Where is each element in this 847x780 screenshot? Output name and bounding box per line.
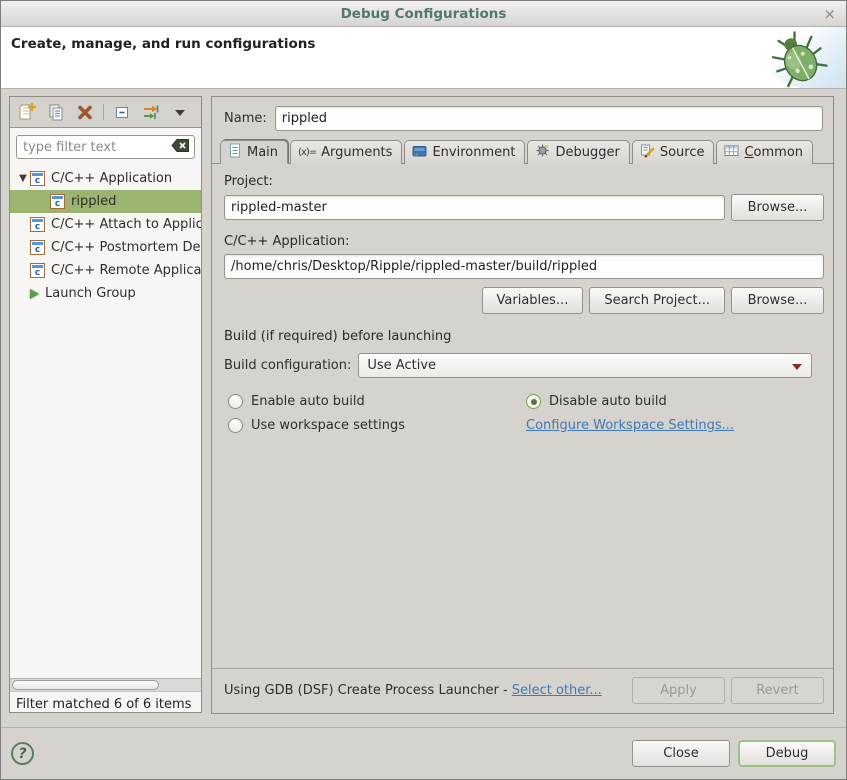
launch-group-icon — [30, 289, 39, 299]
c-application-icon — [50, 194, 65, 209]
tree-item-label: C/C++ Application — [51, 171, 172, 186]
name-label: Name: — [224, 111, 267, 126]
dialog-footer: ? Close Debug — [1, 727, 846, 779]
tree-item-remote[interactable]: C/C++ Remote Application — [10, 259, 201, 282]
delete-configuration-icon[interactable] — [74, 101, 96, 123]
new-configuration-icon[interactable] — [16, 101, 38, 123]
window-title: Debug Configurations — [341, 6, 507, 22]
tree-item-rippled[interactable]: rippled — [10, 190, 201, 213]
tab-source[interactable]: Source — [632, 140, 715, 164]
configuration-detail-panel: Name: Main (x)= Arguments Environment De… — [211, 96, 834, 714]
tab-environment[interactable]: Environment — [404, 140, 525, 164]
close-button[interactable]: Close — [632, 740, 730, 767]
expander-icon[interactable]: ▼ — [16, 173, 30, 184]
auto-build-options: Enable auto build Disable auto build Use… — [228, 394, 821, 433]
filter-input[interactable] — [23, 140, 171, 155]
c-application-icon — [30, 240, 45, 255]
collapse-all-icon[interactable] — [111, 101, 133, 123]
tab-debugger[interactable]: Debugger — [527, 140, 629, 164]
c-application-icon — [30, 263, 45, 278]
project-browse-button[interactable]: Browse... — [731, 194, 824, 221]
main-tab-content: Project: Browse... C/C++ Application: Va… — [212, 164, 833, 713]
dialog-subtitle: Create, manage, and run configurations — [11, 36, 315, 52]
table-icon — [724, 144, 739, 161]
c-application-icon — [30, 217, 45, 232]
tree-item-label: C/C++ Remote Application — [51, 263, 201, 278]
tree-item-label: Launch Group — [45, 286, 136, 301]
launcher-row: Using GDB (DSF) Create Process Launcher … — [212, 668, 833, 713]
toolbar-separator — [103, 104, 104, 120]
filter-row — [10, 128, 201, 163]
radio-icon[interactable] — [228, 394, 243, 409]
tree-item-launch-group[interactable]: Launch Group — [10, 282, 201, 305]
tree-item-label: C/C++ Postmortem Debugger — [51, 240, 201, 255]
radio-checked-icon[interactable] — [526, 394, 541, 409]
build-configuration-label: Build configuration: — [224, 358, 351, 373]
debug-configurations-dialog: Debug Configurations × Create, — [0, 0, 847, 780]
configurations-sidebar: ▼ C/C++ Application rippled C/C++ Attach… — [9, 96, 202, 713]
menu-dropdown-icon[interactable] — [169, 101, 191, 123]
tab-arguments[interactable]: (x)= Arguments — [290, 140, 402, 164]
tab-main[interactable]: Main — [220, 140, 288, 164]
document-icon — [228, 143, 242, 162]
dialog-header: Create, manage, and run configurations — [1, 27, 846, 89]
radio-disable-auto-build[interactable]: Disable auto build — [526, 394, 821, 409]
tabbar: Main (x)= Arguments Environment Debugger… — [212, 139, 833, 164]
name-row: Name: — [212, 97, 833, 139]
tree-item-label: rippled — [71, 194, 116, 209]
tab-common[interactable]: Common — [716, 140, 813, 164]
scrollbar-thumb[interactable] — [12, 680, 159, 690]
build-configuration-select[interactable]: Use Active — [358, 353, 812, 378]
project-label: Project: — [224, 174, 821, 189]
help-button[interactable]: ? — [11, 742, 34, 765]
arguments-icon: (x)= — [298, 147, 316, 158]
configurations-tree: ▼ C/C++ Application rippled C/C++ Attach… — [10, 163, 201, 678]
horizontal-scrollbar[interactable] — [10, 678, 201, 692]
c-application-icon — [30, 171, 45, 186]
name-input[interactable] — [275, 106, 823, 131]
chevron-down-icon — [792, 364, 802, 370]
search-project-button[interactable]: Search Project... — [589, 287, 725, 314]
duplicate-configuration-icon[interactable] — [45, 101, 67, 123]
source-icon — [640, 143, 655, 162]
radio-enable-auto-build[interactable]: Enable auto build — [228, 394, 526, 409]
tree-item-label: C/C++ Attach to Application — [51, 217, 201, 232]
application-browse-button[interactable]: Browse... — [731, 287, 824, 314]
sidebar-toolbar — [10, 97, 201, 128]
filter-status: Filter matched 6 of 6 items — [10, 692, 201, 712]
tree-item-cpp-application[interactable]: ▼ C/C++ Application — [10, 167, 201, 190]
environment-icon — [412, 144, 427, 162]
application-label: C/C++ Application: — [224, 234, 821, 249]
clear-filter-icon[interactable] — [171, 138, 190, 157]
application-path-input[interactable] — [224, 254, 824, 279]
tree-item-postmortem[interactable]: C/C++ Postmortem Debugger — [10, 236, 201, 259]
configure-workspace-settings-link[interactable]: Configure Workspace Settings... — [526, 418, 734, 433]
tree-item-attach[interactable]: C/C++ Attach to Application — [10, 213, 201, 236]
debugger-icon — [535, 143, 550, 162]
titlebar[interactable]: Debug Configurations × — [1, 1, 846, 27]
apply-button[interactable]: Apply — [632, 677, 725, 704]
variables-button[interactable]: Variables... — [482, 287, 584, 314]
select-other-link[interactable]: Select other... — [512, 683, 602, 698]
window-close-icon[interactable]: × — [823, 5, 836, 23]
debug-button[interactable]: Debug — [738, 740, 836, 767]
revert-button[interactable]: Revert — [731, 677, 824, 704]
build-section-label: Build (if required) before launching — [224, 329, 821, 344]
radio-use-workspace-settings[interactable]: Use workspace settings — [228, 418, 526, 433]
filter-configurations-icon[interactable] — [140, 101, 162, 123]
launcher-text: Using GDB (DSF) Create Process Launcher … — [224, 683, 508, 698]
project-input[interactable] — [224, 195, 725, 220]
filter-box — [16, 135, 195, 159]
radio-icon[interactable] — [228, 418, 243, 433]
